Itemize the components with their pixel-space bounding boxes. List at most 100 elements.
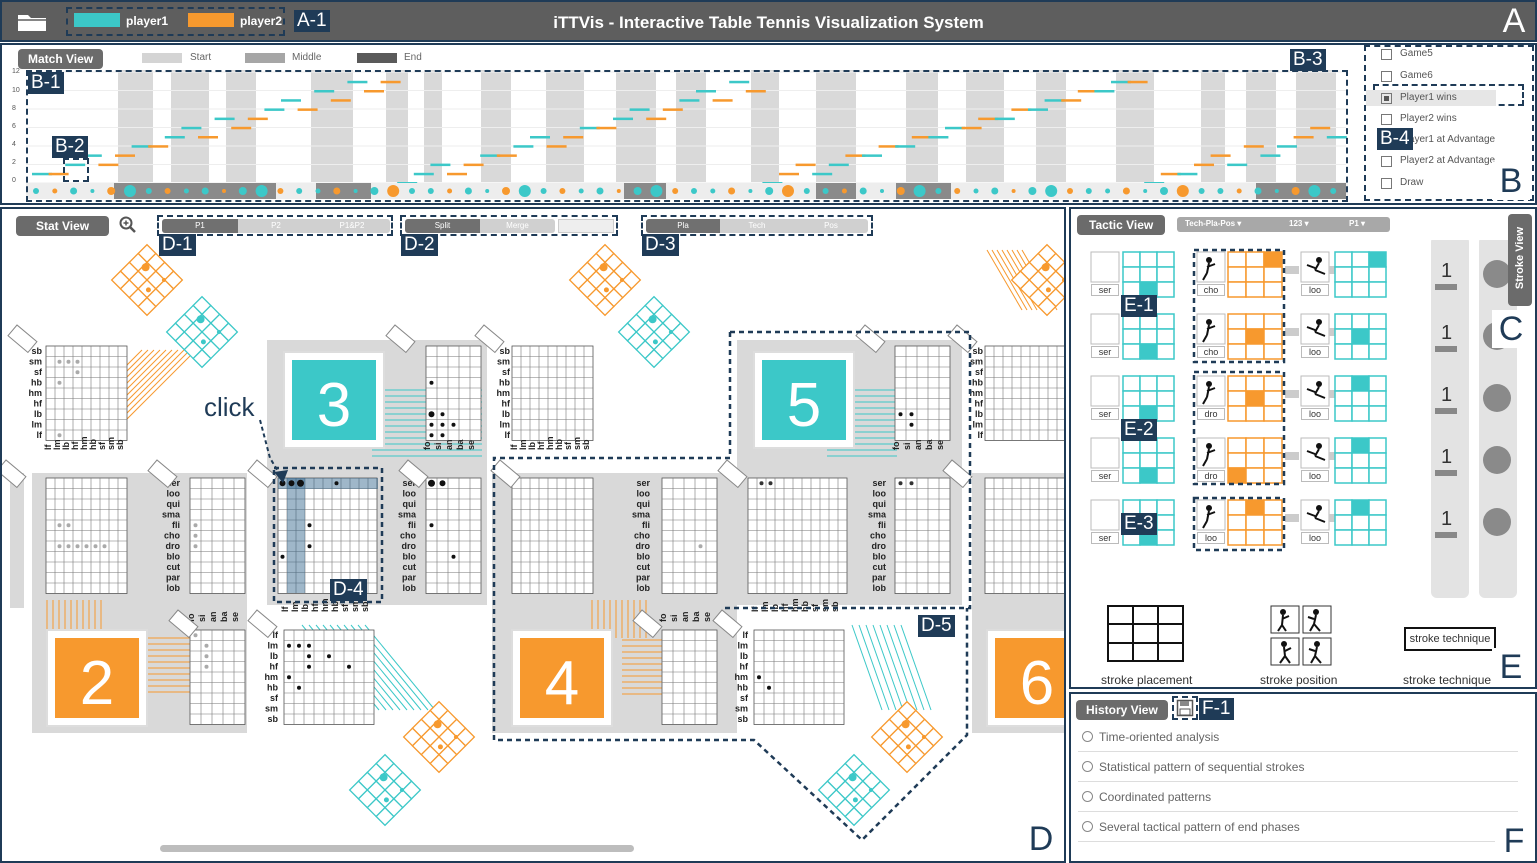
pla-label: sb [737, 714, 748, 724]
pla-label: hm [29, 388, 43, 398]
placement-cell [1122, 251, 1141, 268]
placement-cell [1263, 499, 1283, 516]
matrix-dot [429, 380, 434, 385]
player-figure [1206, 257, 1212, 263]
pla-label: sb [31, 346, 42, 356]
matrix-dot [698, 544, 703, 549]
pos-label: an [680, 611, 690, 622]
count-bar [1435, 532, 1457, 538]
placement-cell [1334, 529, 1353, 546]
pos-label: an [913, 439, 923, 450]
toggle-p1[interactable]: P1 [162, 219, 238, 233]
filter-item[interactable]: Player1 wins [1366, 90, 1496, 106]
technique-legend-box: stroke technique [1404, 627, 1496, 651]
filter-checkbox[interactable] [1381, 156, 1392, 167]
toggle-tech[interactable]: Tech [720, 219, 794, 233]
matrix-dot [204, 664, 209, 669]
phase-middle-swatch [245, 53, 285, 63]
match-view-title: Match View [18, 49, 104, 69]
tech-label: loo [167, 489, 181, 499]
filter-checkbox[interactable] [1381, 71, 1392, 82]
placement-cell [1245, 405, 1265, 422]
matrix-dot [307, 664, 311, 669]
panel-tag-d5: D-5 [918, 615, 955, 637]
toggle-p1p2[interactable]: P1&P2 [314, 219, 390, 233]
technique-box [1090, 313, 1120, 345]
split-slider[interactable] [558, 219, 614, 233]
filter-item[interactable]: Game6 [1366, 68, 1496, 84]
placement-cell [1245, 313, 1265, 330]
dropdown-player[interactable]: P1 ▾ [1349, 219, 1365, 228]
player-figure [1206, 505, 1212, 511]
filter-item[interactable]: Player2 wins [1366, 111, 1496, 127]
placement-cell [1263, 529, 1283, 546]
history-divider [1078, 811, 1518, 812]
dropdown-attributes[interactable]: Tech-Pla-Pos ▾ [1185, 219, 1241, 228]
tech-label: cho [634, 531, 651, 541]
filter-item[interactable]: Draw [1366, 175, 1496, 191]
y-tick: 0 [12, 177, 16, 184]
y-axis-ticks: 12 10 8 6 4 2 0 [12, 68, 26, 188]
tech-label: ser [872, 478, 886, 488]
tech-label: dro [872, 541, 887, 551]
placement-cell [1263, 251, 1283, 268]
player-figure [1316, 443, 1322, 449]
stat-view-canvas[interactable]: sbsmsfhbhmhflblmlflf lm lb hf hm hb sf sm sbserl… [2, 240, 1064, 860]
matrix-dot [428, 479, 435, 487]
placement-cell [1156, 499, 1175, 516]
matrix-dot [193, 544, 198, 549]
pla-label: hf [310, 603, 320, 612]
toggle-merge[interactable]: Merge [480, 219, 555, 233]
filter-checkbox[interactable] [1381, 178, 1392, 189]
panel-tag-b3: B-3 [1290, 49, 1326, 71]
pos-matrix [661, 477, 718, 594]
phase-end-label: End [404, 52, 422, 63]
zoom-icon[interactable] [119, 216, 137, 234]
placement-cell [1368, 452, 1387, 469]
filter-item[interactable]: Player2 at Advantage [1366, 153, 1496, 169]
y-tick: 2 [12, 159, 16, 166]
stroke-view-tab[interactable]: Stroke View [1508, 214, 1532, 306]
toggle-pla[interactable]: Pla [646, 219, 720, 233]
filter-item[interactable]: Game5 [1366, 46, 1496, 62]
matrix-dot [428, 411, 435, 418]
filter-checkbox[interactable] [1381, 49, 1392, 60]
technique-label-1: ser [1091, 470, 1119, 482]
dropdown-count[interactable]: 123 ▾ [1289, 219, 1309, 228]
placement-cell [1227, 313, 1247, 330]
placement-cell [1139, 390, 1158, 407]
matrix-dot [66, 523, 71, 528]
tech-label: sma [868, 510, 887, 520]
pla-label: sm [29, 357, 42, 367]
history-item[interactable]: Statistical pattern of sequential stroke… [1082, 760, 1304, 774]
matrix-dot [297, 643, 301, 648]
placement-diamond [817, 753, 891, 827]
history-item[interactable]: Several tactical pattern of end phases [1082, 820, 1300, 834]
history-item[interactable]: Coordinated patterns [1082, 790, 1211, 804]
history-divider [1078, 751, 1518, 752]
pla-label: lf [743, 630, 750, 640]
placement-diamond [870, 700, 944, 774]
pla-label: hf [740, 662, 749, 672]
click-annotation: click [204, 392, 255, 422]
technique-label-3: loo [1301, 408, 1329, 420]
matrix-frame [45, 345, 128, 441]
position-legend-label: stroke position [1260, 673, 1338, 687]
filter-checkbox[interactable] [1381, 114, 1392, 125]
tech-label: dro [636, 541, 651, 551]
toggle-split[interactable]: Split [405, 219, 480, 233]
placement-cell [1227, 514, 1247, 531]
placement-diamond [617, 295, 691, 369]
placement-cell [1263, 405, 1283, 422]
player-figure [1206, 319, 1212, 325]
toggle-pos[interactable]: Pos [794, 219, 868, 233]
technique-box [1090, 251, 1120, 283]
filter-checkbox[interactable] [1381, 93, 1392, 104]
toggle-p2[interactable]: P2 [238, 219, 314, 233]
placement-cell [1263, 437, 1283, 454]
pla-label: sb [499, 346, 510, 356]
history-item[interactable]: Time-oriented analysis [1082, 730, 1219, 744]
horizontal-scrollbar[interactable] [160, 845, 634, 852]
pla-matrix [753, 629, 845, 725]
matrix-frame [894, 345, 951, 441]
